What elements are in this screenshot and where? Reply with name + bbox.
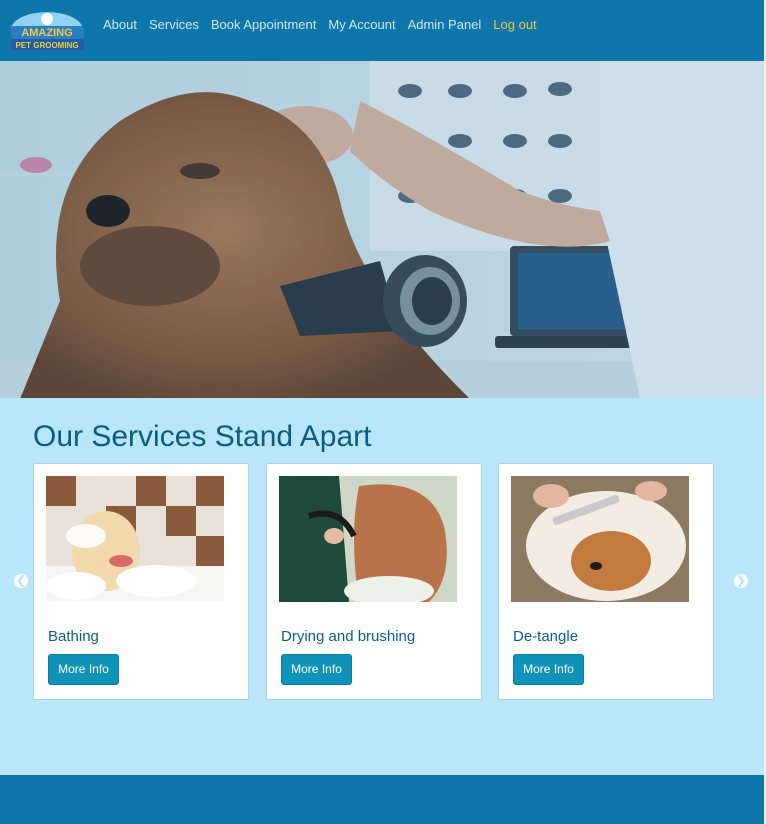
nav-admin-panel[interactable]: Admin Panel xyxy=(408,17,482,32)
nav-my-account[interactable]: My Account xyxy=(328,17,395,32)
more-info-button[interactable]: More Info xyxy=(513,654,584,685)
service-card-bathing: Bathing More Info xyxy=(33,463,249,700)
hero-image xyxy=(0,61,766,399)
logo-text-line1: AMAZING xyxy=(21,27,72,39)
nav-logout[interactable]: Log out xyxy=(493,17,536,32)
services-section: Our Services Stand Apart ❮ ❯ Bathing Mor… xyxy=(0,398,766,775)
nav-about[interactable]: About xyxy=(103,17,137,32)
more-info-button[interactable]: More Info xyxy=(281,654,352,685)
chevron-right-icon[interactable]: ❯ xyxy=(734,574,748,588)
drying-image xyxy=(279,476,457,602)
card-title: Drying and brushing xyxy=(281,628,416,645)
service-card-drying: Drying and brushing More Info xyxy=(266,463,482,700)
more-info-button[interactable]: More Info xyxy=(48,654,119,685)
nav-links: About Services Book Appointment My Accou… xyxy=(103,16,549,32)
bathing-image xyxy=(46,476,224,602)
card-title: Bathing xyxy=(48,628,99,645)
footer xyxy=(0,775,766,824)
services-title: Our Services Stand Apart xyxy=(33,420,372,453)
detangle-image xyxy=(511,476,689,602)
nav-services[interactable]: Services xyxy=(149,17,199,32)
nav-book-appointment[interactable]: Book Appointment xyxy=(211,17,317,32)
card-title: De-tangle xyxy=(513,628,579,645)
navbar: AMAZING PET GROOMING About Services Book… xyxy=(0,0,766,61)
logo-text-line2: PET GROOMING xyxy=(15,41,78,50)
chevron-left-icon[interactable]: ❮ xyxy=(14,574,28,588)
service-card-detangle: De-tangle More Info xyxy=(498,463,714,700)
brand-logo[interactable]: AMAZING PET GROOMING xyxy=(9,10,86,52)
